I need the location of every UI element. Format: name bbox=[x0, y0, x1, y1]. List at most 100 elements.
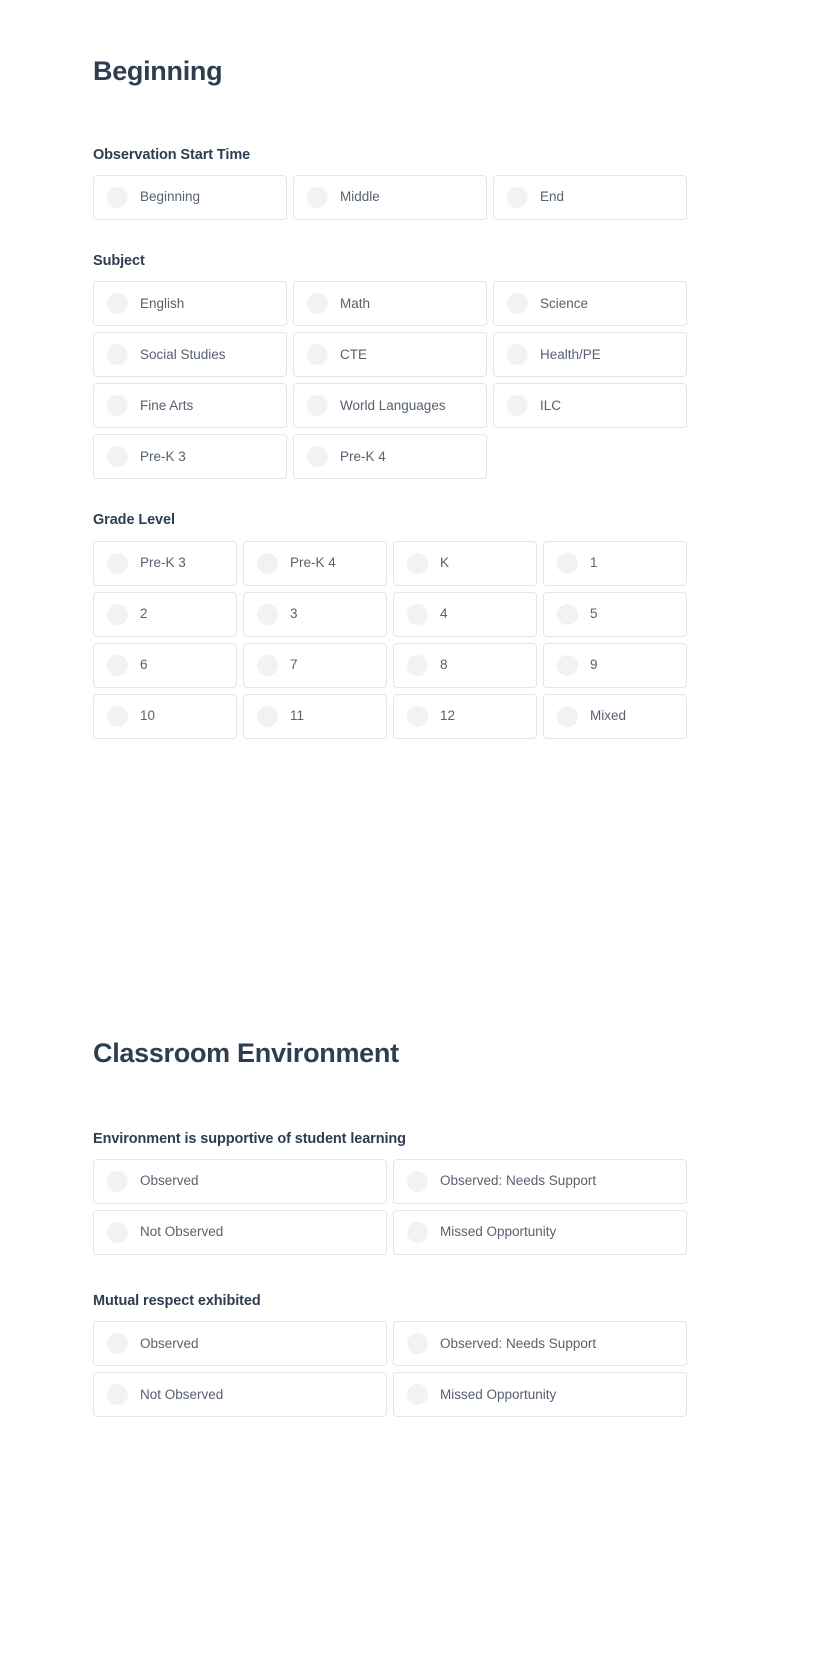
radio-circle-icon[interactable] bbox=[407, 1333, 428, 1355]
radio-circle-icon[interactable] bbox=[107, 1384, 128, 1406]
option-card-subject-ilc[interactable]: ILC bbox=[493, 383, 687, 429]
option-label: 7 bbox=[290, 657, 298, 673]
option-card-grade-k[interactable]: K bbox=[393, 540, 537, 586]
radio-circle-icon[interactable] bbox=[307, 344, 328, 366]
option-label: 3 bbox=[290, 606, 298, 622]
option-card-respect-not-observed[interactable]: Not Observed bbox=[93, 1372, 387, 1418]
radio-circle-icon[interactable] bbox=[557, 603, 578, 625]
radio-circle-icon[interactable] bbox=[407, 603, 428, 625]
option-card-subject-cte[interactable]: CTE bbox=[293, 332, 487, 378]
radio-circle-icon[interactable] bbox=[107, 654, 128, 676]
radio-circle-icon[interactable] bbox=[107, 446, 128, 468]
option-card-grade-9[interactable]: 9 bbox=[543, 642, 687, 688]
option-card-subject-pre-k-3[interactable]: Pre-K 3 bbox=[93, 434, 287, 480]
option-label: 8 bbox=[440, 657, 448, 673]
option-label: ILC bbox=[540, 397, 562, 413]
option-card-subject-pre-k-4[interactable]: Pre-K 4 bbox=[293, 434, 487, 480]
option-label: 12 bbox=[440, 708, 456, 724]
option-label: 2 bbox=[140, 606, 148, 622]
option-label: Missed Opportunity bbox=[440, 1224, 557, 1240]
option-card-grade-1[interactable]: 1 bbox=[543, 540, 687, 586]
option-card-respect-observed-needs-support[interactable]: Observed: Needs Support bbox=[393, 1321, 687, 1367]
radio-circle-icon[interactable] bbox=[257, 705, 278, 727]
option-label: Observed: Needs Support bbox=[440, 1335, 597, 1351]
option-card-start-beginning[interactable]: Beginning bbox=[93, 175, 287, 221]
radio-circle-icon[interactable] bbox=[407, 1221, 428, 1243]
option-card-grade-11[interactable]: 11 bbox=[243, 693, 387, 739]
option-card-grade-pre-k-4[interactable]: Pre-K 4 bbox=[243, 540, 387, 586]
option-card-start-end[interactable]: End bbox=[493, 175, 687, 221]
option-card-subject-math[interactable]: Math bbox=[293, 281, 487, 327]
option-label: Social Studies bbox=[140, 346, 226, 362]
radio-circle-icon[interactable] bbox=[507, 187, 528, 209]
option-card-subject-world-languages[interactable]: World Languages bbox=[293, 383, 487, 429]
option-card-grade-4[interactable]: 4 bbox=[393, 591, 537, 637]
radio-circle-icon[interactable] bbox=[107, 1221, 128, 1243]
radio-circle-icon[interactable] bbox=[507, 395, 528, 417]
radio-circle-icon[interactable] bbox=[107, 344, 128, 366]
option-label: 6 bbox=[140, 657, 148, 673]
radio-circle-icon[interactable] bbox=[307, 293, 328, 315]
field-group-environment-supportive: Environment is supportive of student lea… bbox=[93, 1131, 687, 1255]
radio-circle-icon[interactable] bbox=[257, 603, 278, 625]
option-label: Math bbox=[340, 295, 371, 311]
options-subject: English Math Science Social Studies CTE … bbox=[93, 281, 687, 480]
radio-circle-icon[interactable] bbox=[107, 1170, 128, 1192]
option-label: Observed bbox=[140, 1173, 199, 1189]
radio-circle-icon[interactable] bbox=[307, 395, 328, 417]
option-card-start-middle[interactable]: Middle bbox=[293, 175, 487, 221]
option-label: End bbox=[540, 189, 565, 205]
option-card-env-not-observed[interactable]: Not Observed bbox=[93, 1209, 387, 1255]
option-card-env-missed-opportunity[interactable]: Missed Opportunity bbox=[393, 1209, 687, 1255]
option-card-respect-missed-opportunity[interactable]: Missed Opportunity bbox=[393, 1372, 687, 1418]
option-label: 4 bbox=[440, 606, 448, 622]
option-card-subject-science[interactable]: Science bbox=[493, 281, 687, 327]
option-card-env-observed-needs-support[interactable]: Observed: Needs Support bbox=[393, 1158, 687, 1204]
radio-circle-icon[interactable] bbox=[107, 293, 128, 315]
radio-circle-icon[interactable] bbox=[307, 187, 328, 209]
radio-circle-icon[interactable] bbox=[407, 1170, 428, 1192]
option-card-grade-12[interactable]: 12 bbox=[393, 693, 537, 739]
option-card-subject-english[interactable]: English bbox=[93, 281, 287, 327]
option-card-grade-8[interactable]: 8 bbox=[393, 642, 537, 688]
radio-circle-icon[interactable] bbox=[107, 705, 128, 727]
option-card-subject-health-pe[interactable]: Health/PE bbox=[493, 332, 687, 378]
option-label: Missed Opportunity bbox=[440, 1386, 557, 1402]
option-card-env-observed[interactable]: Observed bbox=[93, 1158, 387, 1204]
radio-circle-icon[interactable] bbox=[107, 1333, 128, 1355]
option-card-subject-social-studies[interactable]: Social Studies bbox=[93, 332, 287, 378]
radio-circle-icon[interactable] bbox=[107, 603, 128, 625]
section-beginning: Beginning Observation Start Time Beginni… bbox=[93, 56, 687, 739]
radio-circle-icon[interactable] bbox=[307, 446, 328, 468]
radio-circle-icon[interactable] bbox=[107, 395, 128, 417]
options-grade-level: Pre-K 3 Pre-K 4 K 1 2 3 4 5 6 7 8 9 10 1… bbox=[93, 540, 687, 739]
option-label: Pre-K 3 bbox=[140, 448, 186, 464]
radio-circle-icon[interactable] bbox=[107, 552, 128, 574]
radio-circle-icon[interactable] bbox=[557, 654, 578, 676]
radio-circle-icon[interactable] bbox=[407, 654, 428, 676]
radio-circle-icon[interactable] bbox=[557, 552, 578, 574]
option-card-respect-observed[interactable]: Observed bbox=[93, 1321, 387, 1367]
option-card-grade-3[interactable]: 3 bbox=[243, 591, 387, 637]
option-card-grade-6[interactable]: 6 bbox=[93, 642, 237, 688]
radio-circle-icon[interactable] bbox=[107, 187, 128, 209]
option-card-grade-7[interactable]: 7 bbox=[243, 642, 387, 688]
radio-circle-icon[interactable] bbox=[407, 1384, 428, 1406]
radio-circle-icon[interactable] bbox=[507, 293, 528, 315]
radio-circle-icon[interactable] bbox=[507, 344, 528, 366]
option-card-subject-fine-arts[interactable]: Fine Arts bbox=[93, 383, 287, 429]
option-label: K bbox=[440, 555, 450, 571]
radio-circle-icon[interactable] bbox=[407, 705, 428, 727]
radio-circle-icon[interactable] bbox=[257, 552, 278, 574]
radio-circle-icon[interactable] bbox=[257, 654, 278, 676]
radio-circle-icon[interactable] bbox=[407, 552, 428, 574]
field-group-observation-start-time: Observation Start Time Beginning Middle … bbox=[93, 147, 687, 221]
option-card-grade-pre-k-3[interactable]: Pre-K 3 bbox=[93, 540, 237, 586]
form-content: Beginning Observation Start Time Beginni… bbox=[93, 0, 687, 1418]
option-label: Observed: Needs Support bbox=[440, 1173, 597, 1189]
option-card-grade-2[interactable]: 2 bbox=[93, 591, 237, 637]
option-card-grade-mixed[interactable]: Mixed bbox=[543, 693, 687, 739]
option-card-grade-5[interactable]: 5 bbox=[543, 591, 687, 637]
option-card-grade-10[interactable]: 10 bbox=[93, 693, 237, 739]
radio-circle-icon[interactable] bbox=[557, 705, 578, 727]
